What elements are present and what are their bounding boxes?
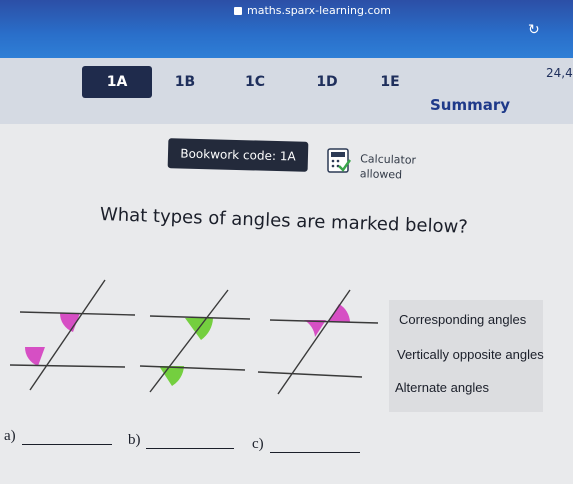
diagram-c-line-bottom: [257, 371, 363, 378]
diagram-a-angle-bottom: [24, 347, 45, 366]
question-text: What types of angles are marked below?: [99, 204, 469, 238]
diagram-a-transversal: [29, 279, 106, 391]
calculator-label: Calculator: [360, 152, 417, 167]
tab-1b[interactable]: 1B: [160, 66, 210, 98]
tab-1e[interactable]: 1E: [365, 66, 415, 98]
option-vertically-opposite: Vertically opposite angles: [397, 347, 544, 362]
tab-summary[interactable]: Summary: [430, 90, 510, 120]
lock-icon: [234, 6, 242, 15]
answer-b-blank[interactable]: [146, 448, 234, 449]
answer-c-blank[interactable]: [270, 452, 360, 453]
bookwork-code-badge: Bookwork code: 1A: [167, 138, 309, 172]
answer-options-box: Corresponding angles Vertically opposite…: [389, 300, 544, 412]
url-text: maths.sparx-learning.com: [247, 4, 391, 17]
calculator-allowed-icon: [327, 148, 351, 173]
answer-a-label: a): [4, 428, 16, 444]
answer-c-label: c): [252, 436, 264, 452]
tab-1d[interactable]: 1D: [302, 66, 352, 98]
diagram-a-angle-top: [59, 313, 80, 332]
score-value: 24,4: [546, 66, 573, 80]
diagram-b: [139, 289, 251, 393]
diagram-a: [9, 279, 136, 391]
diagram-b-line-bottom: [139, 365, 246, 371]
address-bar[interactable]: maths.sparx-learning.com: [234, 4, 391, 17]
angle-diagrams: [9, 279, 379, 395]
answer-a-blank[interactable]: [22, 444, 112, 445]
option-corresponding: Corresponding angles: [399, 312, 527, 327]
answer-b-label: b): [128, 432, 141, 448]
tab-1a[interactable]: 1A: [82, 66, 152, 98]
diagram-b-transversal: [149, 289, 229, 393]
diagram-c-transversal: [277, 289, 351, 395]
calculator-allowed-label: allowed: [359, 167, 403, 182]
tab-1c[interactable]: 1C: [230, 66, 280, 98]
diagram-c: [257, 289, 379, 395]
option-alternate: Alternate angles: [395, 380, 489, 395]
browser-top-bar: maths.sparx-learning.com ↻: [0, 0, 573, 58]
diagram-a-line-bottom: [9, 364, 126, 368]
calculator-status: Calculator allowed: [360, 151, 417, 182]
reload-icon[interactable]: ↻: [528, 22, 540, 38]
